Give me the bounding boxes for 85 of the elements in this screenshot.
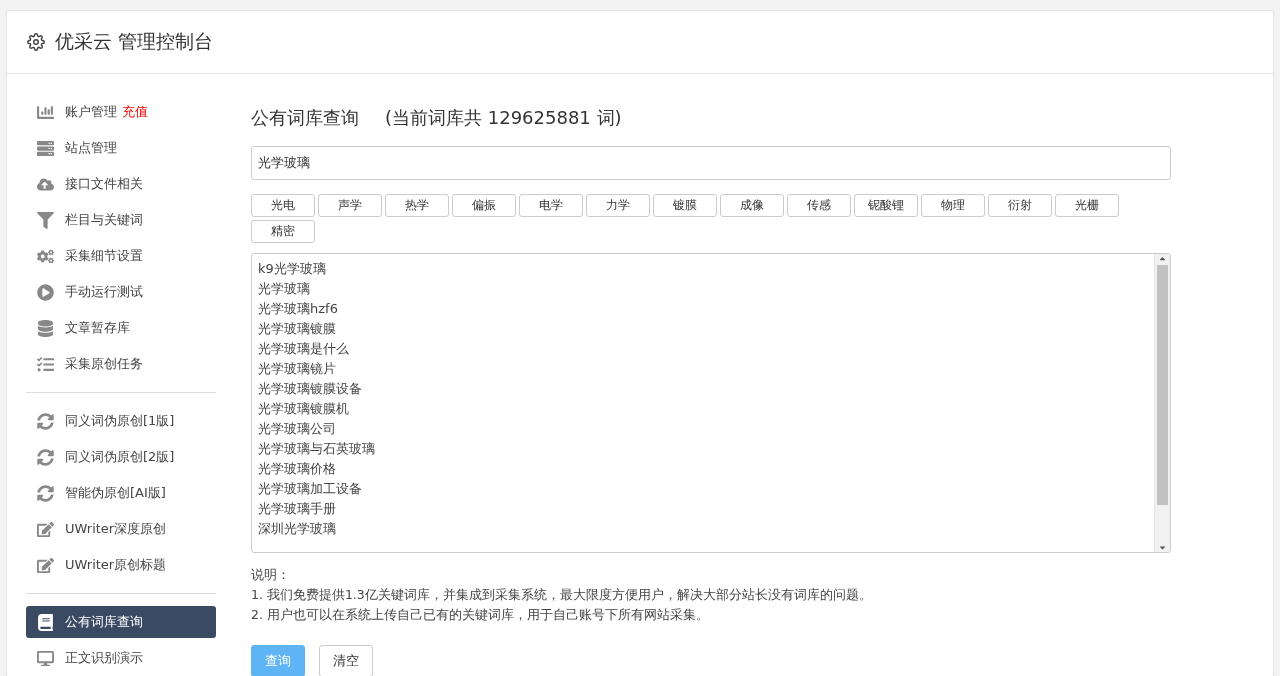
result-item[interactable]: 光学玻璃hzf6: [258, 299, 1154, 319]
sidebar-item[interactable]: 同义词伪原创[2版]: [26, 439, 216, 475]
tag-button[interactable]: 力学: [586, 194, 650, 217]
sidebar-item[interactable]: 同义词伪原创[1版]: [26, 403, 216, 439]
note-text: 说明：: [251, 567, 291, 583]
result-item[interactable]: 光学玻璃镀膜机: [258, 399, 1154, 419]
note-text: 2. 用户也可以在系统上传自己已有的关键词库，用于自己账号下所有网站采集。: [251, 607, 710, 623]
scroll-down-icon[interactable]: [1158, 543, 1167, 552]
tag-button[interactable]: 电学: [519, 194, 583, 217]
list-icon: [37, 355, 54, 373]
sidebar-item[interactable]: 采集原创任务: [26, 346, 216, 382]
sidebar-item[interactable]: 手动运行测试: [26, 274, 216, 310]
sidebar-item[interactable]: 智能伪原创[AI版]: [26, 475, 216, 511]
refresh-icon: [37, 484, 54, 502]
sidebar-item-label: 手动运行测试: [65, 283, 143, 301]
tag-button[interactable]: 铌酸锂: [854, 194, 918, 217]
page-title: 公有词库查询: [251, 106, 359, 130]
sidebar-item-label: 账户管理: [65, 103, 117, 121]
filter-icon: [37, 211, 54, 229]
result-item[interactable]: 光学玻璃价格: [258, 459, 1154, 479]
note-text: 1. 我们免费提供1.3亿关键词库，并集成到采集系统，最大限度方便用户，解决大部分站长没有词库的问题。: [251, 587, 873, 603]
monitor-icon: [37, 649, 54, 667]
server-icon: [37, 139, 54, 157]
sidebar-item-label: 正文识别演示: [65, 649, 143, 667]
sidebar-item[interactable]: 账户管理 充值: [26, 94, 216, 130]
sidebar-item[interactable]: UWriter深度原创: [26, 511, 216, 547]
result-item[interactable]: 光学玻璃镜片: [258, 359, 1154, 379]
bar-chart-icon: [37, 103, 54, 121]
sidebar-item[interactable]: UWriter原创标题: [26, 547, 216, 583]
result-item[interactable]: 光学玻璃镀膜: [258, 319, 1154, 339]
scroll-up-icon[interactable]: [1158, 254, 1167, 263]
result-item[interactable]: 光学玻璃是什么: [258, 339, 1154, 359]
sidebar-item[interactable]: 正文识别演示: [26, 640, 216, 676]
tag-button[interactable]: 衍射: [988, 194, 1052, 217]
sidebar-item-label: 采集细节设置: [65, 247, 143, 265]
sidebar-item[interactable]: 栏目与关键词: [26, 202, 216, 238]
tag-button[interactable]: 传感: [787, 194, 851, 217]
sidebar-item[interactable]: 站点管理: [26, 130, 216, 166]
refresh-icon: [37, 448, 54, 466]
sidebar-item-label: 栏目与关键词: [65, 211, 143, 229]
sidebar-item[interactable]: 文章暂存库: [26, 310, 216, 346]
edit-icon: [37, 520, 54, 538]
tag-button[interactable]: 声学: [318, 194, 382, 217]
result-item[interactable]: 光学玻璃加工设备: [258, 479, 1154, 499]
database-icon: [37, 319, 54, 337]
search-field[interactable]: 光学玻璃: [251, 146, 1171, 180]
result-item[interactable]: 光学玻璃手册: [258, 499, 1154, 519]
tag-button[interactable]: 光栅: [1055, 194, 1119, 217]
result-item[interactable]: 光学玻璃: [258, 279, 1154, 299]
sidebar-item-label: UWriter原创标题: [65, 556, 167, 574]
tag-button[interactable]: 热学: [385, 194, 449, 217]
sidebar-item[interactable]: 采集细节设置: [26, 238, 216, 274]
tag-button[interactable]: 精密: [251, 220, 315, 243]
word-count: (当前词库共 129625881 词): [385, 106, 622, 130]
sidebar-item-label: UWriter深度原创: [65, 520, 167, 538]
tag-button[interactable]: 偏振: [452, 194, 516, 217]
sidebar-item-label: 接口文件相关: [65, 175, 143, 193]
book-icon: [37, 613, 54, 631]
scrollbar[interactable]: [1154, 254, 1170, 552]
tag-button[interactable]: 镀膜: [653, 194, 717, 217]
sidebar-item-label: 站点管理: [65, 139, 117, 157]
tag-button[interactable]: 光电: [251, 194, 315, 217]
clear-button[interactable]: 清空: [319, 645, 373, 676]
sidebar-item-label: 智能伪原创[AI版]: [65, 484, 166, 502]
sidebar-item-label: 采集原创任务: [65, 355, 143, 373]
gears-icon: [37, 247, 54, 265]
refresh-icon: [37, 412, 54, 430]
recharge-link[interactable]: 充值: [122, 103, 148, 121]
result-item[interactable]: k9光学玻璃: [258, 259, 1154, 279]
result-item[interactable]: 光学玻璃镀膜设备: [258, 379, 1154, 399]
tag-button[interactable]: 成像: [720, 194, 784, 217]
sidebar-item[interactable]: 公有词库查询: [26, 606, 216, 638]
tag-button[interactable]: 物理: [921, 194, 985, 217]
result-item[interactable]: 光学玻璃公司: [258, 419, 1154, 439]
sidebar-item-label: 公有词库查询: [65, 613, 143, 631]
sidebar-item-label: 同义词伪原创[1版]: [65, 412, 175, 430]
result-item[interactable]: 深圳光学玻璃: [258, 519, 1154, 539]
result-item[interactable]: 光学玻璃与石英玻璃: [258, 439, 1154, 459]
play-icon: [37, 283, 54, 301]
console-title: 优采云 管理控制台: [55, 29, 214, 54]
sidebar-item[interactable]: 接口文件相关: [26, 166, 216, 202]
sidebar-item-label: 文章暂存库: [65, 319, 130, 337]
edit-icon: [37, 556, 54, 574]
sidebar-item-label: 同义词伪原创[2版]: [65, 448, 175, 466]
settings-icon: [27, 33, 45, 51]
